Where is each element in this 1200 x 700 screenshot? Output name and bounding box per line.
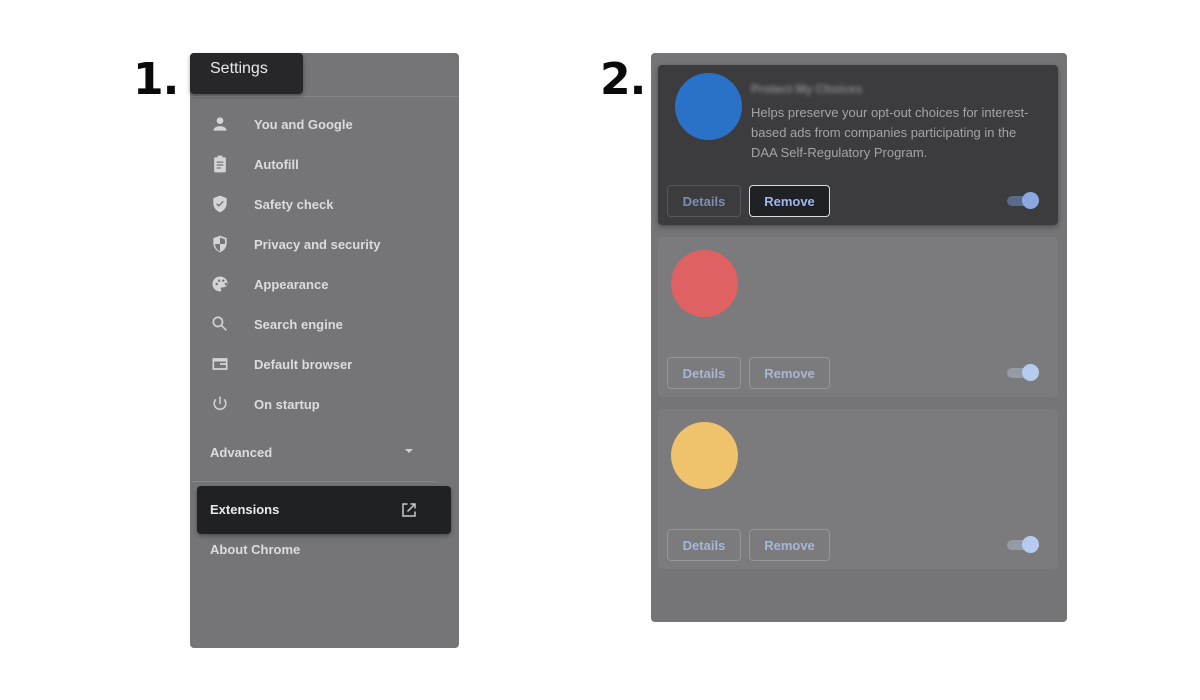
sidebar-item-extensions[interactable]: Extensions	[197, 486, 451, 534]
extension-logo	[671, 422, 738, 489]
sidebar-item-label: On startup	[254, 396, 320, 412]
toggle-knob	[1022, 192, 1039, 209]
toggle-knob	[1022, 364, 1039, 381]
step-number-2: 2.	[600, 54, 646, 105]
remove-button[interactable]: Remove	[749, 185, 830, 217]
sidebar-item-label: Safety check	[254, 196, 334, 212]
person-icon	[210, 114, 230, 134]
header-divider	[190, 96, 459, 97]
sidebar-item-on-startup[interactable]: On startup	[190, 384, 459, 424]
sidebar-item-label: Privacy and security	[254, 236, 381, 252]
sidebar-item-you-and-google[interactable]: You and Google	[190, 104, 459, 144]
extension-card: Details Remove	[658, 409, 1058, 569]
details-button[interactable]: Details	[667, 529, 741, 561]
sidebar-item-default-browser[interactable]: Default browser	[190, 344, 459, 384]
sidebar-item-label: Autofill	[254, 156, 299, 172]
settings-title: Settings	[190, 53, 303, 94]
extension-card: Protect My Choices Helps preserve your o…	[658, 65, 1058, 225]
sidebar-item-safety-check[interactable]: Safety check	[190, 184, 459, 224]
sidebar-item-autofill[interactable]: Autofill	[190, 144, 459, 184]
extension-logo	[675, 73, 742, 140]
extensions-list: Protect My Choices Helps preserve your o…	[651, 53, 1067, 622]
power-icon	[210, 394, 230, 414]
browser-window-icon	[210, 354, 230, 374]
sidebar-item-appearance[interactable]: Appearance	[190, 264, 459, 304]
clipboard-icon	[210, 154, 230, 174]
extension-enable-toggle[interactable]	[1007, 536, 1039, 554]
sidebar-item-privacy-and-security[interactable]: Privacy and security	[190, 224, 459, 264]
remove-button[interactable]: Remove	[749, 357, 830, 389]
chevron-down-icon	[405, 449, 413, 453]
sidebar-item-label: Extensions	[210, 502, 280, 517]
search-icon	[210, 314, 230, 334]
section-divider	[192, 481, 436, 482]
palette-icon	[210, 274, 230, 294]
sidebar-item-search-engine[interactable]: Search engine	[190, 304, 459, 344]
sidebar-item-label: Search engine	[254, 316, 343, 332]
open-in-new-icon	[402, 503, 416, 517]
sidebar-item-label: You and Google	[254, 116, 353, 132]
sidebar-advanced-toggle[interactable]: Advanced	[190, 432, 459, 472]
extension-card: Details Remove	[658, 237, 1058, 397]
extension-enable-toggle[interactable]	[1007, 192, 1039, 210]
details-button[interactable]: Details	[667, 185, 741, 217]
settings-sidebar: You and Google Autofill Safety check Pri…	[190, 53, 459, 648]
shield-check-icon	[210, 194, 230, 214]
details-button[interactable]: Details	[667, 357, 741, 389]
shield-half-icon	[210, 234, 230, 254]
sidebar-item-label: Default browser	[254, 356, 353, 372]
extension-description: Helps preserve your opt-out choices for …	[751, 105, 1029, 160]
extension-enable-toggle[interactable]	[1007, 364, 1039, 382]
sidebar-item-label: Appearance	[254, 276, 329, 292]
remove-button[interactable]: Remove	[749, 529, 830, 561]
sidebar-item-label: About Chrome	[210, 542, 301, 557]
toggle-knob	[1022, 536, 1039, 553]
extension-name: Protect My Choices	[751, 82, 863, 96]
sidebar-item-about-chrome[interactable]: About Chrome	[190, 537, 459, 563]
step-number-1: 1.	[133, 54, 179, 105]
advanced-label: Advanced	[210, 445, 273, 460]
extension-logo	[671, 250, 738, 317]
